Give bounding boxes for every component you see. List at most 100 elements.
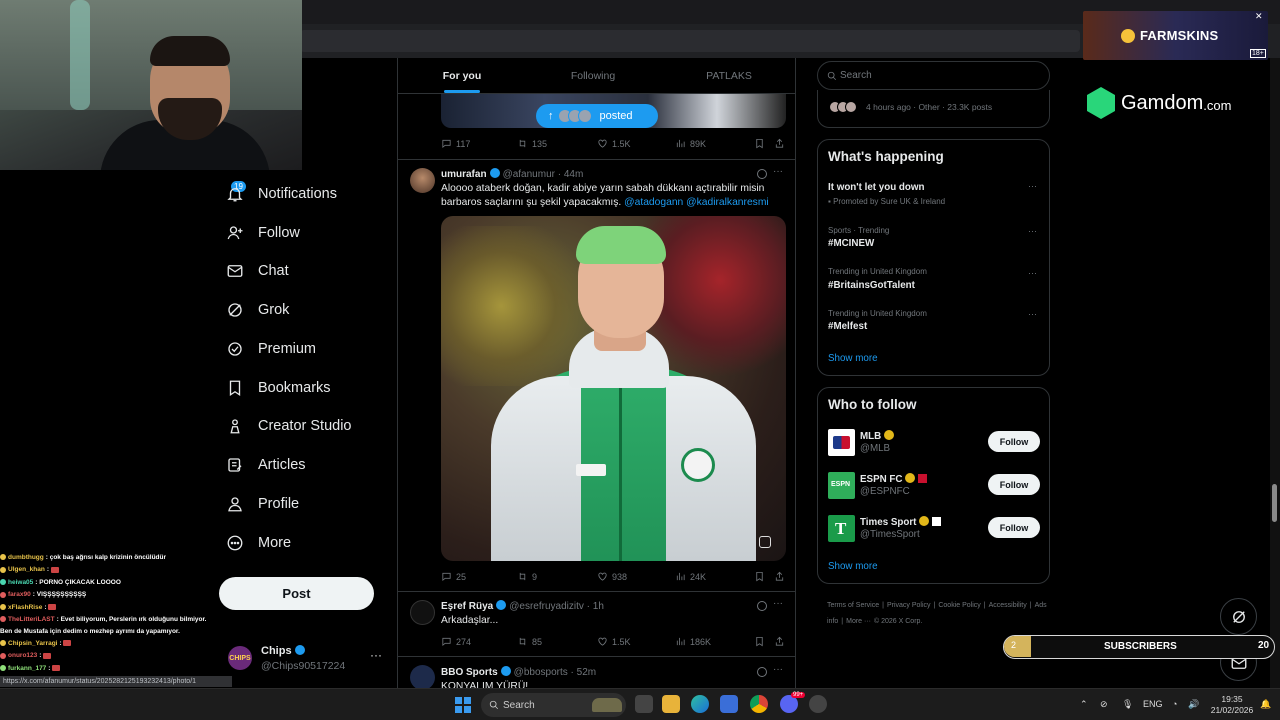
grok-float-button[interactable] xyxy=(1220,598,1257,635)
tweet-time[interactable]: · 52m xyxy=(571,667,597,678)
nav-bookmarks[interactable]: Bookmarks xyxy=(226,373,331,403)
account-name[interactable]: MLB xyxy=(860,431,881,442)
chrome-icon[interactable] xyxy=(750,695,768,713)
scrollbar[interactable] xyxy=(1270,58,1280,694)
avatar[interactable] xyxy=(828,429,855,456)
more-icon[interactable]: ··· xyxy=(1028,181,1037,191)
taskbar-search[interactable]: Search xyxy=(481,693,626,717)
reply-button[interactable]: 25 xyxy=(441,571,466,582)
like-button[interactable]: 1.5K xyxy=(597,636,631,647)
store-icon[interactable] xyxy=(720,695,738,713)
nav-articles[interactable]: Articles xyxy=(226,450,306,480)
reply-button[interactable]: 274 xyxy=(441,636,471,647)
more-icon[interactable]: ··· xyxy=(1028,268,1037,278)
nav-follow[interactable]: Follow xyxy=(226,218,300,248)
tab-patlaks[interactable]: PATLAKS xyxy=(694,58,764,94)
repost-button[interactable]: 135 xyxy=(517,138,547,149)
tab-following[interactable]: Following xyxy=(558,58,628,94)
follow-button[interactable]: Follow xyxy=(988,517,1040,538)
footer-link[interactable]: Cookie Policy xyxy=(938,602,980,609)
account-name[interactable]: ESPN FC xyxy=(860,474,902,485)
account-more-icon[interactable]: ··· xyxy=(370,648,382,662)
tweet-image[interactable] xyxy=(441,216,786,561)
more-icon[interactable]: ··· xyxy=(1028,226,1037,236)
avatar[interactable]: ESPN xyxy=(828,472,855,499)
nav-profile[interactable]: Profile xyxy=(226,489,299,519)
grok-icon[interactable] xyxy=(757,601,767,611)
repost-button[interactable]: 85 xyxy=(517,636,542,647)
address-bar[interactable] xyxy=(300,30,1080,52)
search-input[interactable]: Search xyxy=(817,61,1050,90)
footer-link[interactable]: Accessibility xyxy=(989,602,1027,609)
volume-icon[interactable]: 🔊 xyxy=(1188,699,1199,710)
edge-icon[interactable] xyxy=(691,695,709,713)
file-explorer-icon[interactable] xyxy=(662,695,680,713)
trend-name[interactable]: #Melfest xyxy=(828,321,867,332)
tab-for-you[interactable]: For you xyxy=(424,58,500,94)
nav-more[interactable]: More xyxy=(226,528,291,558)
author-name[interactable]: Eşref Rüya xyxy=(441,601,493,612)
views-button[interactable]: 89K xyxy=(675,138,706,149)
nav-grok[interactable]: Grok xyxy=(226,295,289,325)
nav-creator-studio[interactable]: Creator Studio xyxy=(226,411,352,441)
show-more-link[interactable]: Show more xyxy=(828,353,878,364)
app-icon[interactable] xyxy=(809,695,827,713)
more-icon[interactable]: ··· xyxy=(773,664,783,675)
tweet-time[interactable]: · 1h xyxy=(587,601,604,612)
trend-name[interactable]: #MCINEW xyxy=(828,238,874,249)
account-switcher[interactable]: CHIPS Chips @Chips90517224 ··· xyxy=(228,645,388,676)
show-more-link[interactable]: Show more xyxy=(828,561,878,572)
post-button[interactable]: Post xyxy=(219,577,374,610)
taskbar-clock[interactable]: 19:35 21/02/2026 xyxy=(1208,694,1256,716)
notification-bell-icon[interactable]: 🔔 xyxy=(1260,699,1271,710)
grok-icon[interactable] xyxy=(757,169,767,179)
reply-button[interactable]: 117 xyxy=(441,138,470,149)
footer-link[interactable]: Privacy Policy xyxy=(887,602,931,609)
grok-icon[interactable] xyxy=(757,667,767,677)
share-button[interactable] xyxy=(774,636,785,647)
author-name[interactable]: BBO Sports xyxy=(441,667,498,678)
nav-chat[interactable]: Chat xyxy=(226,256,289,286)
repost-button[interactable]: 9 xyxy=(517,571,537,582)
nav-premium[interactable]: Premium xyxy=(226,334,316,364)
chevron-up-icon[interactable]: ⌃ xyxy=(1080,699,1088,710)
task-view-icon[interactable] xyxy=(635,695,653,713)
follow-button[interactable]: Follow xyxy=(988,474,1040,495)
avatar[interactable] xyxy=(410,168,435,193)
bookmark-button[interactable] xyxy=(754,571,765,582)
avatar[interactable] xyxy=(410,600,435,625)
new-posts-pill[interactable]: ↑ posted xyxy=(536,104,658,128)
views-button[interactable]: 186K xyxy=(675,636,711,647)
author-handle[interactable]: @bbosports xyxy=(514,667,568,678)
mic-icon[interactable]: 🎙 xyxy=(1122,699,1133,710)
author-handle[interactable]: @afanumur xyxy=(503,169,555,180)
views-button[interactable]: 24K xyxy=(675,571,706,582)
footer-link[interactable]: Terms of Service xyxy=(827,602,879,609)
like-button[interactable]: 938 xyxy=(597,571,627,582)
language-indicator[interactable]: ENG xyxy=(1143,699,1163,709)
nav-notifications[interactable]: Notifications xyxy=(226,179,337,209)
more-icon[interactable]: ··· xyxy=(1028,309,1037,319)
tweet-time[interactable]: · 44m xyxy=(558,169,584,180)
account-name[interactable]: Times Sport xyxy=(860,517,916,528)
like-button[interactable]: 1.5K xyxy=(597,138,631,149)
footer-link[interactable]: © 2026 X Corp. xyxy=(874,618,922,625)
share-button[interactable] xyxy=(774,571,785,582)
bookmark-button[interactable] xyxy=(754,636,765,647)
wifi-icon[interactable]: ◔ xyxy=(1172,699,1177,709)
trend-name[interactable]: It won't let you down xyxy=(828,182,924,193)
share-button[interactable] xyxy=(774,138,785,149)
footer-link[interactable]: More ··· xyxy=(846,618,871,625)
avatar[interactable] xyxy=(410,665,435,690)
author-handle[interactable]: @esrefruyadizitv xyxy=(509,601,584,612)
author-name[interactable]: umurafan xyxy=(441,169,487,180)
network-icon[interactable]: ⊘ xyxy=(1100,699,1108,710)
more-icon[interactable]: ··· xyxy=(773,598,783,609)
avatar[interactable]: T xyxy=(828,515,855,542)
follow-button[interactable]: Follow xyxy=(988,431,1040,452)
trend-name[interactable]: #BritainsGotTalent xyxy=(828,280,915,291)
more-icon[interactable]: ··· xyxy=(773,166,783,177)
bookmark-button[interactable] xyxy=(754,138,765,149)
tweet-mentions[interactable]: @atadogann @kadiralkanresmi xyxy=(624,197,769,208)
grok-image-icon[interactable] xyxy=(759,536,771,548)
